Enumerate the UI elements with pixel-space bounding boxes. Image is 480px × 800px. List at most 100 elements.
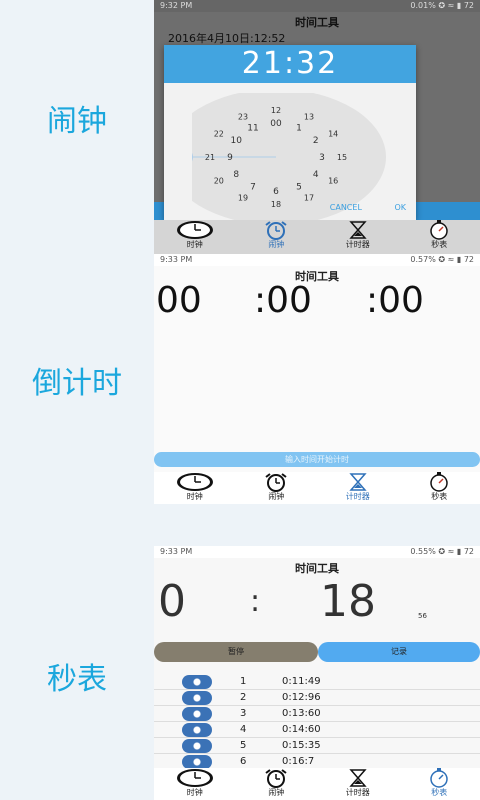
nav-clock[interactable]: 时钟 [154,768,236,800]
clock-hour-outer-ring[interactable]: 16 [328,177,338,186]
lap-time: 0:16:7 [282,756,315,767]
bottom-nav: 时钟 闹钟 计时器 秒表 [154,472,480,504]
nav-stopwatch[interactable]: 秒表 [399,768,480,800]
lap-number: 5 [240,740,247,751]
lap-stopwatch-icon [182,691,212,705]
alarm-clock-icon [265,221,287,240]
stopwatch-ms: 56 [418,612,427,620]
lap-number: 1 [240,676,247,687]
nav-timer-label: 计时器 [345,492,370,501]
clock-hour-outer-ring[interactable]: 15 [337,153,347,162]
clock-hour-inner-ring[interactable]: 2 [313,136,319,146]
nav-stopwatch[interactable]: 秒表 [399,220,480,254]
lap-row: 1 0:11:49 [154,674,480,690]
clock-hour-inner-ring[interactable]: 10 [230,136,242,146]
clock-hour-outer-ring[interactable]: 14 [328,130,338,139]
stopwatch-icon [430,768,448,788]
status-bar: 9:33 PM 0.55% ✪ ≈ ▮ 72 [154,546,480,558]
nav-stopwatch-label: 秒表 [431,788,448,797]
status-indicators: 0.55% ✪ ≈ ▮ 72 [410,547,474,556]
hourglass-icon [349,221,367,239]
stopwatch-seconds: 18 [320,576,376,627]
nav-timer-label: 计时器 [345,240,370,249]
clock-hour-inner-ring[interactable]: 00 [270,119,282,129]
clock-icon [176,769,213,787]
clock-hour-outer-ring[interactable]: 21 [205,153,215,162]
clock-hour-inner-ring[interactable]: 5 [296,182,302,192]
nav-clock-label: 时钟 [186,788,203,797]
lap-time: 0:13:60 [282,708,321,719]
alarm-screenshot: 9:32 PM 0.01% ✪ ≈ ▮ 72 时间工具 2016年4月10日:1… [154,0,480,254]
nav-alarm[interactable]: 闹钟 [236,768,318,800]
record-button[interactable]: 记录 [318,642,480,662]
alarm-section-label: 闹钟 [47,104,107,139]
lap-row: 3 0:13:60 [154,706,480,722]
stopwatch-screenshot: 9:33 PM 0.55% ✪ ≈ ▮ 72 时间工具 0 : 18 56 暂停… [154,546,480,800]
nav-clock[interactable]: 时钟 [154,472,236,504]
lap-row: 2 0:12:96 [154,690,480,706]
countdown-screenshot: 9:33 PM 0.57% ✪ ≈ ▮ 72 时间工具 00 :00 :00 输… [154,254,480,504]
ok-button[interactable]: OK [394,203,406,212]
lap-time: 0:11:49 [282,676,321,687]
clock-hour-outer-ring[interactable]: 19 [238,194,248,203]
countdown-seconds: :00 [366,280,424,321]
nav-stopwatch-label: 秒表 [431,240,448,249]
countdown-display: 00 :00 :00 [154,280,480,321]
status-time: 9:32 PM [160,1,193,10]
app-title: 时间工具 [295,16,339,29]
nav-clock-label: 时钟 [186,492,203,501]
clock-hour-outer-ring[interactable]: 18 [271,200,281,209]
nav-timer[interactable]: 计时器 [317,472,399,504]
stopwatch-section-label: 秒表 [47,662,107,697]
clock-hour-outer-ring[interactable]: 12 [271,106,281,115]
lap-stopwatch-icon [182,675,212,689]
nav-timer[interactable]: 计时器 [317,220,399,254]
picker-time-display[interactable]: 21:32 [164,45,416,83]
nav-clock-label: 时钟 [186,240,203,249]
nav-alarm[interactable]: 闹钟 [236,220,318,254]
cancel-button[interactable]: CANCEL [330,203,362,212]
stopwatch-icon [430,472,448,492]
nav-alarm-label: 闹钟 [268,788,285,797]
bottom-nav: 时钟 闹钟 计时器 秒表 [154,220,480,254]
clock-hour-inner-ring[interactable]: 7 [250,182,256,192]
clock-hour-outer-ring[interactable]: 22 [214,130,224,139]
countdown-input[interactable]: 输入时间开始计时 [154,452,480,467]
clock-hour-inner-ring[interactable]: 11 [247,124,258,134]
app-title: 时间工具 [295,562,339,575]
clock-hour-inner-ring[interactable]: 6 [273,187,279,197]
lap-number: 3 [240,708,247,719]
lap-stopwatch-icon [182,739,212,753]
nav-timer[interactable]: 计时器 [317,768,399,800]
lap-stopwatch-icon [182,723,212,737]
clock-hour-inner-ring[interactable]: 3 [319,153,325,163]
clock-hour-inner-ring[interactable]: 1 [296,124,302,134]
countdown-section-label: 倒计时 [32,366,122,401]
clock-hour-outer-ring[interactable]: 17 [304,194,314,203]
hourglass-icon [349,473,367,491]
nav-clock[interactable]: 时钟 [154,220,236,254]
status-time: 9:33 PM [160,255,193,264]
clock-hour-outer-ring[interactable]: 23 [238,112,248,121]
lap-number: 6 [240,756,247,767]
hourglass-icon [349,769,367,787]
status-indicators: 0.01% ✪ ≈ ▮ 72 [410,1,474,10]
clock-icon [176,221,213,239]
lap-stopwatch-icon [182,755,212,769]
clock-hour-inner-ring[interactable]: 9 [227,153,233,163]
nav-alarm[interactable]: 闹钟 [236,472,318,504]
nav-stopwatch[interactable]: 秒表 [399,472,480,504]
alarm-clock-icon [265,473,287,492]
lap-list: 1 0:11:49 2 0:12:96 3 0:13:60 4 0:14:60 5 0:15:35… [154,674,480,770]
clock-hour-inner-ring[interactable]: 8 [233,170,239,180]
stopwatch-display: 0 : 18 56 [154,576,480,627]
status-indicators: 0.57% ✪ ≈ ▮ 72 [410,255,474,264]
clock-hour-inner-ring[interactable]: 4 [313,170,319,180]
pause-button[interactable]: 暂停 [154,642,318,662]
lap-row: 5 0:15:35 [154,738,480,754]
clock-icon [176,473,213,491]
lap-stopwatch-icon [182,707,212,721]
status-bar: 9:33 PM 0.57% ✪ ≈ ▮ 72 [154,254,480,266]
clock-hour-outer-ring[interactable]: 13 [304,112,314,121]
clock-hour-outer-ring[interactable]: 20 [214,177,224,186]
